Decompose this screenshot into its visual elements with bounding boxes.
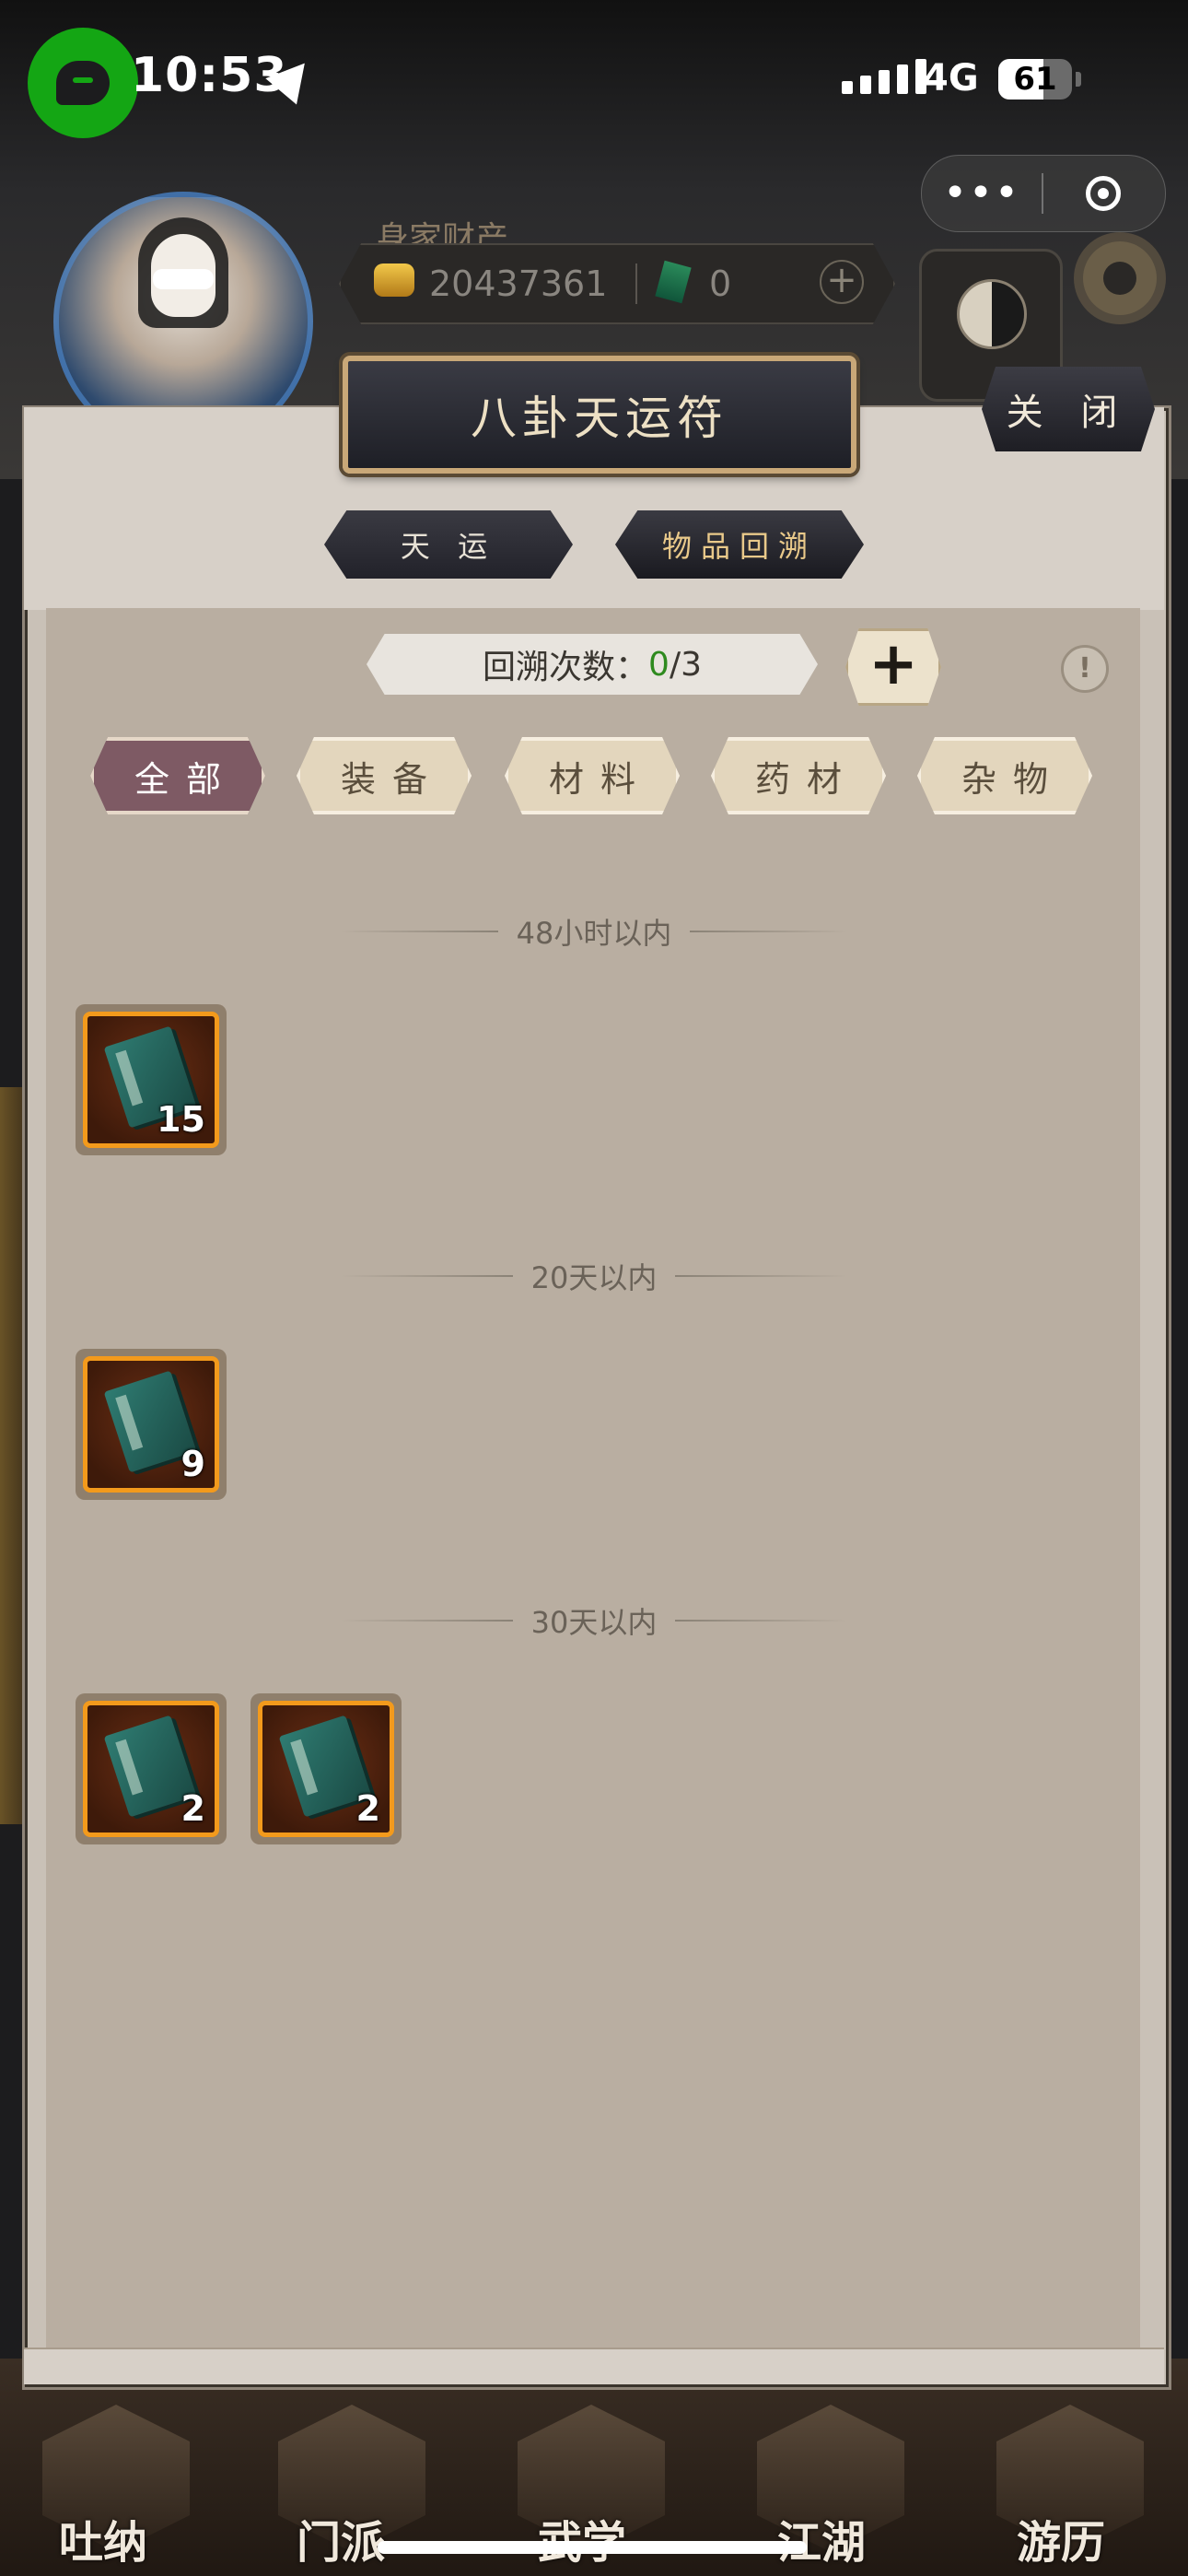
nav-label-menpai: 门派	[297, 2517, 386, 2569]
item-count: 15	[157, 1099, 205, 1140]
dialog-footer	[24, 2348, 1164, 2384]
battery-tip	[1076, 72, 1081, 87]
filter-materials[interactable]: 材料	[505, 737, 680, 814]
filter-all[interactable]: 全部	[90, 737, 265, 814]
filter-equipment[interactable]: 装备	[297, 737, 472, 814]
nav-label-youli: 游历	[1017, 2517, 1106, 2569]
filter-herbs[interactable]: 药材	[711, 737, 886, 814]
taiji-icon	[957, 279, 1027, 349]
filter-misc[interactable]: 杂物	[917, 737, 1092, 814]
nav-label-wuxue: 武学	[538, 2506, 626, 2570]
battery-percent: 61	[1013, 61, 1057, 98]
item-slot[interactable]: 15	[76, 1004, 227, 1155]
recall-count-total: /3	[669, 645, 702, 684]
item-slot[interactable]: 2	[250, 1693, 402, 1844]
item-count: 2	[181, 1788, 205, 1829]
item-slot[interactable]: 2	[76, 1693, 227, 1844]
nav-label-jianghu: 江湖	[777, 2517, 867, 2569]
network-type: 4G	[923, 57, 979, 100]
recall-count-label: 回溯次数：	[483, 649, 649, 686]
gear-icon[interactable]	[1083, 241, 1157, 315]
section-title: 48小时以内	[322, 908, 866, 954]
status-bar: 10:53 4G 61	[0, 0, 1188, 157]
close-button[interactable]: 关 闭	[982, 367, 1155, 451]
nav-label-tuna: 吐纳	[59, 2517, 148, 2569]
miniprogram-capsule: •••	[921, 155, 1166, 232]
home-indicator[interactable]	[378, 2541, 807, 2554]
clock: 10:53	[131, 48, 288, 103]
section-title-text: 48小时以内	[516, 916, 672, 951]
screen-recording-icon[interactable]	[28, 28, 138, 138]
recall-count-current: 0	[648, 645, 670, 684]
section-title-text: 30天以内	[530, 1605, 658, 1640]
more-options-icon[interactable]: •••	[922, 173, 1042, 214]
cellular-signal-icon	[842, 59, 926, 94]
exit-miniprogram-icon[interactable]	[1043, 176, 1163, 211]
item-count: 9	[181, 1444, 205, 1484]
info-icon[interactable]: !	[1061, 645, 1109, 693]
gold-amount: 20437361	[429, 263, 608, 304]
add-recall-button[interactable]: +	[845, 628, 941, 706]
item-count: 2	[355, 1788, 380, 1829]
add-currency-button[interactable]: +	[820, 260, 864, 304]
wealth-bar	[339, 243, 895, 324]
section-title: 20天以内	[322, 1253, 866, 1299]
tab-item-recall[interactable]: 物品回溯	[615, 510, 864, 579]
tab-tianyun[interactable]: 天 运	[324, 510, 573, 579]
recall-count: 回溯次数： 0/3	[367, 634, 818, 695]
battery-icon: 61	[998, 59, 1072, 100]
item-slot[interactable]: 9	[76, 1349, 227, 1500]
section-title-text: 20天以内	[530, 1260, 658, 1295]
section-title: 30天以内	[322, 1598, 866, 1644]
jade-amount: 0	[709, 263, 732, 304]
wealth-divider	[635, 263, 637, 304]
gold-ingot-icon	[374, 263, 414, 297]
dialog-title: 八卦天运符	[343, 356, 856, 474]
